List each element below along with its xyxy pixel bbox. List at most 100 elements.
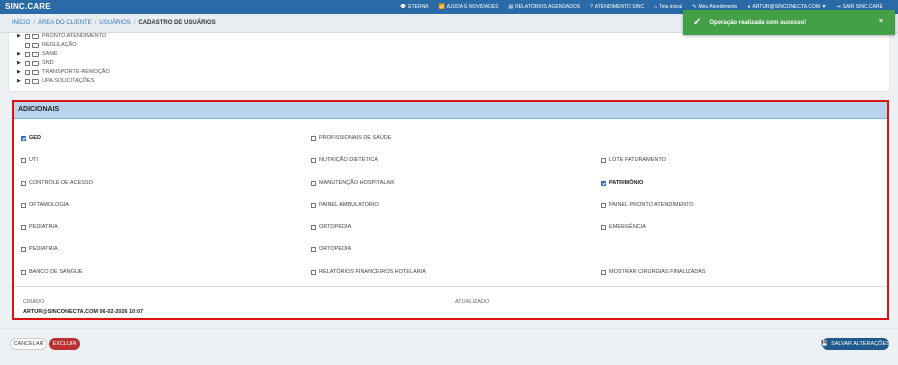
option-profissionais-de-saude[interactable]: PROFISSIONAIS DE SAÚDE (311, 135, 391, 141)
expand-arrow-icon[interactable]: ▶ (17, 69, 25, 75)
expand-arrow-icon[interactable]: ▶ (17, 51, 25, 57)
checkbox[interactable] (21, 202, 26, 208)
breadcrumb-client-area[interactable]: ÁREA DO CLIENTE (38, 20, 92, 26)
tree-checkbox[interactable] (25, 60, 30, 66)
option-label: LOTE FATURAMENTO (609, 157, 666, 163)
close-icon[interactable]: × (879, 18, 883, 25)
home-icon: ⌂ (654, 4, 658, 10)
option-painel-ambulatorio[interactable]: PAINEL AMBULATORIO (311, 202, 379, 208)
option-ortopedia-2[interactable]: ORTOPEDIA (311, 246, 351, 252)
adicionais-section: ADICIONAIS GED UTI CONTROLE DE ACESSO OF… (12, 100, 889, 320)
tree-item-label: REGULAÇÃO (42, 42, 77, 48)
tree-checkbox[interactable] (25, 33, 30, 39)
tree-checkbox[interactable] (25, 69, 30, 75)
checkbox[interactable] (601, 202, 606, 208)
option-label: EMERGÊNCIA (609, 224, 646, 230)
option-emergencia[interactable]: EMERGÊNCIA (601, 224, 646, 230)
tree-item[interactable]: ▶ UPA SOLICITAÇÕES (17, 78, 94, 84)
option-nutricao-dietetica[interactable]: NUTRIÇÃO DIETÉTICA (311, 157, 378, 163)
option-label: PAINEL AMBULATORIO (319, 202, 379, 208)
tree-checkbox[interactable] (25, 42, 30, 48)
option-patrimonio[interactable]: PATRIMÔNIO (601, 180, 643, 186)
checkbox[interactable] (311, 180, 316, 186)
option-controle-de-acesso[interactable]: CONTROLE DE ACESSO (21, 180, 93, 186)
option-uti[interactable]: UTI (21, 157, 38, 163)
tree-item[interactable]: ▶ SND (17, 60, 54, 66)
section-divider (14, 286, 887, 287)
option-manutencao-hospitalar[interactable]: MANUTENÇÃO HOSPITALAR (311, 180, 394, 186)
checkbox[interactable] (21, 246, 26, 252)
page-title: CADASTRO DE USUÁRIOS (138, 20, 216, 26)
option-label: MOSTRAR CIRURGIAS FINALIZADAS (609, 269, 706, 275)
tree-item-label: SAME (42, 51, 58, 57)
checkbox[interactable] (21, 224, 26, 230)
option-label: UTI (29, 157, 38, 163)
tree-item[interactable]: ▶ TRANSPORTE-REMOÇÃO (17, 69, 110, 75)
checkbox[interactable] (21, 157, 26, 163)
expand-arrow-icon[interactable]: ▶ (17, 78, 25, 84)
tree-item-label: PRONTO ATENDIMENTO (42, 33, 107, 39)
checkbox-checked[interactable] (21, 135, 26, 141)
signal-icon: 📶 (438, 4, 445, 10)
option-ortopedia[interactable]: ORTOPEDIA (311, 224, 351, 230)
option-lote-faturamento[interactable]: LOTE FATURAMENTO (601, 157, 666, 163)
tree-item-label: UPA SOLICITAÇÕES (42, 78, 95, 84)
tree-item[interactable]: ▶ SAME (17, 51, 58, 57)
option-pediatria-2[interactable]: PEDIATRIA (21, 246, 58, 252)
toast-message: Operação realizada com sucesso! (709, 19, 807, 26)
folder-icon (32, 78, 39, 84)
updated-label: ATUALIZADO (455, 299, 490, 305)
check-icon: ✓ (693, 17, 702, 28)
breadcrumb-separator: / (33, 20, 36, 26)
tree-item-label: TRANSPORTE-REMOÇÃO (42, 69, 110, 75)
report-icon: ▤ (508, 4, 514, 10)
tree-item[interactable]: REGULAÇÃO (25, 42, 77, 48)
nav-eterna[interactable]: 💬 ETERNA (400, 4, 429, 10)
checkbox[interactable] (311, 269, 316, 275)
nav-support[interactable]: ? ATENDIMENTO SINC (590, 4, 644, 10)
tree-checkbox[interactable] (25, 78, 30, 84)
option-ged[interactable]: GED (21, 135, 41, 141)
permissions-tree-panel: ▶ PRONTO ATENDIMENTO REGULAÇÃO ▶ SAME ▶ SND… (8, 33, 890, 92)
folder-icon (32, 42, 39, 48)
tree-checkbox[interactable] (25, 51, 30, 57)
checkbox[interactable] (311, 157, 316, 163)
checkbox[interactable] (601, 157, 606, 163)
checkbox[interactable] (21, 269, 26, 275)
option-banco-de-sangue[interactable]: BANCO DE SANGUE (21, 269, 82, 275)
checkbox[interactable] (21, 180, 26, 186)
expand-arrow-icon[interactable]: ▶ (17, 60, 25, 66)
checkbox[interactable] (601, 269, 606, 275)
option-relatorios-financeiros-hotelaria[interactable]: RELATÓRIOS FINANCEIROS HOTELARIA (311, 269, 426, 275)
created-label: CRIADO (23, 299, 45, 305)
checkbox[interactable] (601, 224, 606, 230)
option-label: NUTRIÇÃO DIETÉTICA (319, 157, 378, 163)
created-value: ARTUR@SINCONECTA.COM 06-02-2026 10:07 (23, 309, 144, 315)
option-oftamologia[interactable]: OFTAMOLOGIA (21, 202, 69, 208)
checkbox-checked[interactable] (601, 180, 606, 186)
option-painel-pronto-atendimento[interactable]: PAINEL PRONTO ATENDIMENTO (601, 202, 694, 208)
expand-arrow-icon[interactable]: ▶ (17, 33, 25, 39)
option-pediatria[interactable]: PEDIATRIA (21, 224, 58, 230)
folder-icon (32, 60, 39, 66)
delete-button[interactable]: EXCLUIR (49, 338, 80, 350)
nav-help[interactable]: 📶 AJUDA E NOVIDADES (439, 4, 499, 10)
tree-item[interactable]: ▶ PRONTO ATENDIMENTO (17, 33, 106, 39)
breadcrumb-home[interactable]: INÍCIO (12, 20, 30, 26)
option-label: RELATÓRIOS FINANCEIROS HOTELARIA (319, 269, 426, 275)
folder-icon (32, 51, 39, 57)
save-button[interactable]: 💾 SALVAR ALTERAÇÕES (821, 338, 890, 350)
option-label: PATRIMÔNIO (609, 180, 644, 186)
nav-home[interactable]: ⌂ Tela inicial (654, 4, 682, 10)
option-label: MANUTENÇÃO HOSPITALAR (319, 180, 395, 186)
checkbox[interactable] (311, 135, 316, 141)
question-icon: ? (590, 4, 593, 10)
breadcrumb-users[interactable]: USUÁRIOS (99, 20, 130, 26)
checkbox[interactable] (311, 246, 316, 252)
brand-logo[interactable]: SINC.CARE (5, 2, 51, 11)
checkbox[interactable] (311, 224, 316, 230)
cancel-button[interactable]: CANCELAR (10, 338, 47, 350)
option-mostrar-cirurgias-finalizadas[interactable]: MOSTRAR CIRURGIAS FINALIZADAS (601, 269, 706, 275)
nav-scheduled-reports[interactable]: ▤ RELATÓRIOS AGENDADOS (508, 4, 580, 10)
checkbox[interactable] (311, 202, 316, 208)
